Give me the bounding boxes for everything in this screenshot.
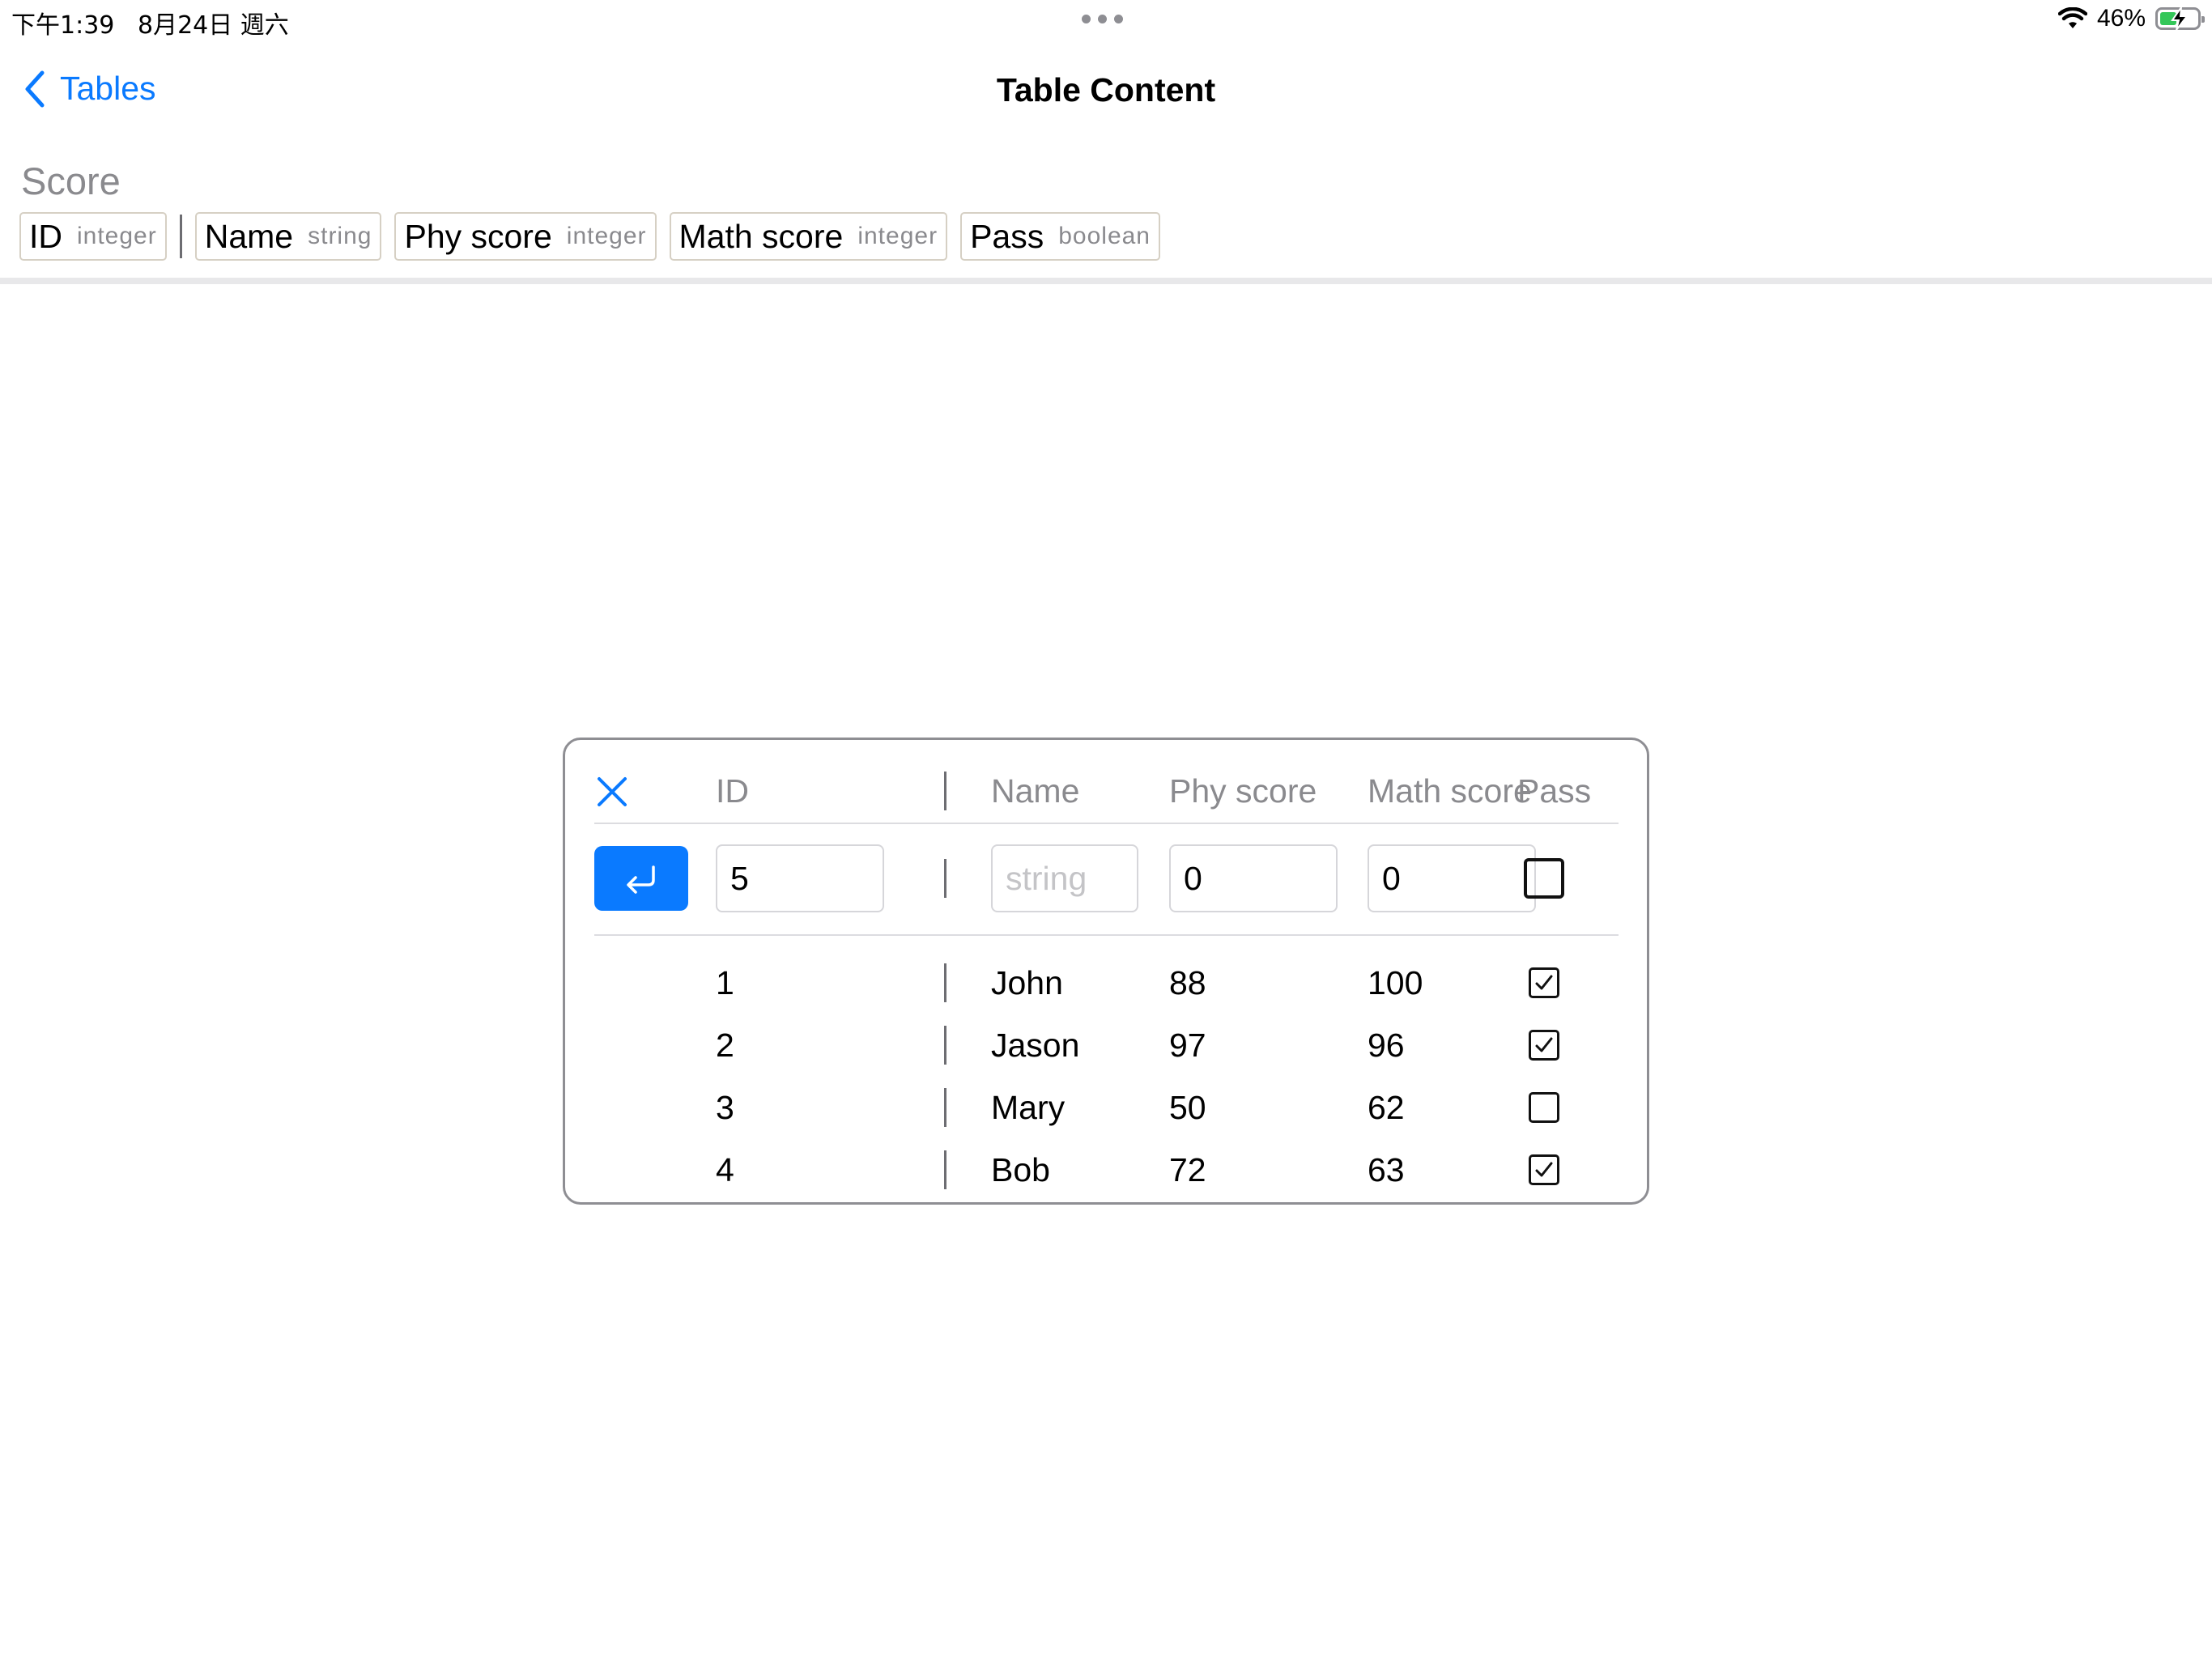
column-name: Pass — [970, 217, 1044, 255]
status-indicators: 46% — [2057, 5, 2205, 32]
table-row[interactable]: 3 Mary 50 62 — [594, 1077, 1619, 1138]
primary-key-divider — [179, 215, 182, 258]
column-chip-pass[interactable]: Pass boolean — [960, 212, 1160, 261]
insert-row-button[interactable] — [594, 846, 688, 911]
pass-checkbox[interactable] — [1529, 967, 1559, 998]
column-chip-name[interactable]: Name string — [194, 212, 382, 261]
status-date-text: 8月24日 週六 — [137, 11, 289, 40]
cell-id: 3 — [716, 1088, 734, 1126]
header-divider — [0, 278, 2212, 284]
pass-checkbox[interactable] — [1529, 1030, 1559, 1061]
column-type: boolean — [1058, 223, 1151, 249]
table-row[interactable]: 1 John 88 100 — [594, 952, 1619, 1014]
column-name: Math score — [678, 217, 844, 255]
header-name: Name — [991, 772, 1080, 810]
column-name: Phy score — [404, 217, 552, 255]
column-divider — [944, 859, 946, 898]
cell-math-score: 63 — [1368, 1150, 1405, 1188]
table-name: Score — [21, 159, 121, 202]
table-row[interactable]: 2 Jason 97 96 — [594, 1014, 1619, 1076]
status-time-text: 下午1:39 — [11, 11, 115, 40]
column-divider — [944, 963, 946, 1002]
close-icon[interactable] — [594, 774, 630, 810]
schema-columns: ID integer Name string Phy score integer… — [19, 212, 1160, 261]
id-input[interactable] — [716, 844, 884, 912]
return-icon — [627, 865, 655, 894]
table-row[interactable]: 4 Bob 72 63 — [594, 1139, 1619, 1201]
phy-score-input[interactable] — [1169, 844, 1338, 912]
battery-percent: 46% — [2096, 5, 2146, 32]
column-type: integer — [77, 223, 157, 249]
page-title: Table Content — [996, 71, 1216, 108]
column-type: integer — [857, 223, 938, 249]
column-name: Name — [204, 217, 294, 255]
header-phy-score: Phy score — [1169, 772, 1317, 810]
cell-phy-score: 97 — [1169, 1026, 1206, 1064]
column-type: integer — [566, 223, 647, 249]
wifi-icon — [2057, 7, 2087, 28]
cell-math-score: 62 — [1368, 1088, 1405, 1126]
header-math-score: Math score — [1368, 772, 1532, 810]
pass-checkbox[interactable] — [1529, 1154, 1559, 1185]
pass-checkbox[interactable] — [1529, 1092, 1559, 1123]
cell-math-score: 96 — [1368, 1026, 1405, 1064]
header-pass: Pass — [1517, 772, 1592, 810]
status-bar: 下午1:39 8月24日 週六 46% — [0, 0, 2212, 40]
cell-phy-score: 88 — [1169, 963, 1206, 1001]
status-time: 下午1:39 8月24日 週六 — [11, 5, 289, 40]
dialog-header-row: ID Name Phy score Math score Pass — [594, 763, 1619, 819]
cell-phy-score: 50 — [1169, 1088, 1206, 1126]
battery-icon — [2155, 6, 2205, 31]
cell-math-score: 100 — [1368, 963, 1423, 1001]
checkmark-icon — [1535, 975, 1553, 990]
name-input[interactable] — [991, 844, 1138, 912]
column-chip-math-score[interactable]: Math score integer — [669, 212, 948, 261]
checkmark-icon — [1535, 1162, 1553, 1177]
cell-name: John — [991, 963, 1063, 1001]
cell-id: 1 — [716, 963, 734, 1001]
math-score-input[interactable] — [1368, 844, 1536, 912]
pass-checkbox[interactable] — [1524, 858, 1564, 899]
divider — [594, 823, 1619, 824]
column-chip-phy-score[interactable]: Phy score integer — [394, 212, 657, 261]
divider — [594, 934, 1619, 936]
cell-id: 4 — [716, 1150, 734, 1188]
header-id: ID — [716, 772, 749, 810]
column-type: string — [308, 223, 372, 249]
new-row-form — [594, 844, 1619, 913]
cell-name: Jason — [991, 1026, 1080, 1064]
cell-id: 2 — [716, 1026, 734, 1064]
column-divider — [944, 1150, 946, 1189]
cell-name: Mary — [991, 1088, 1066, 1126]
table-content-dialog: ID Name Phy score Math score Pass 1 John… — [563, 738, 1649, 1205]
multitasking-dots-icon[interactable] — [1082, 15, 1123, 23]
column-name: ID — [29, 217, 62, 255]
column-divider — [944, 1026, 946, 1065]
cell-name: Bob — [991, 1150, 1050, 1188]
cell-phy-score: 72 — [1169, 1150, 1206, 1188]
column-chip-id[interactable]: ID integer — [19, 212, 167, 261]
column-divider — [944, 772, 946, 810]
checkmark-icon — [1535, 1037, 1553, 1052]
column-divider — [944, 1088, 946, 1127]
